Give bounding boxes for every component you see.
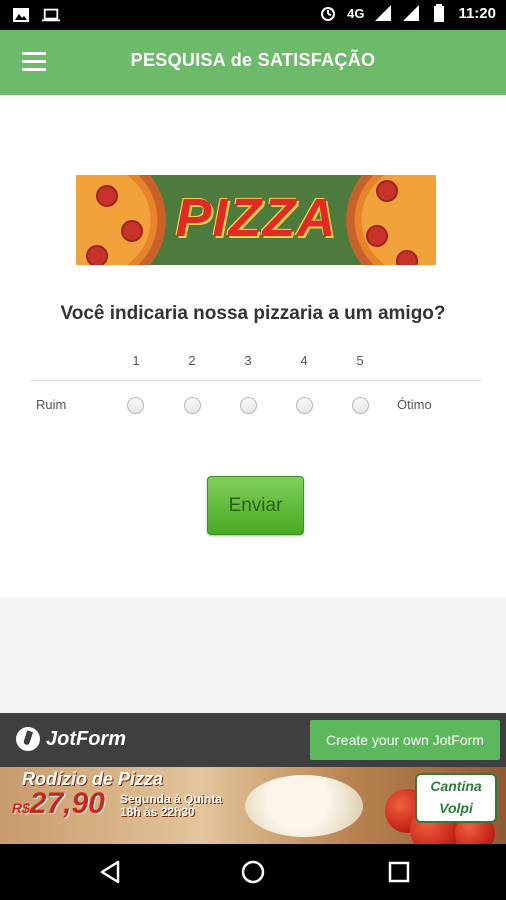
scale-divider xyxy=(30,380,481,381)
scale-header-3: 3 xyxy=(244,353,252,368)
scale-high-label: Ótimo xyxy=(397,397,432,412)
status-bar-left xyxy=(12,6,60,24)
home-icon[interactable] xyxy=(239,858,267,886)
alarm-icon xyxy=(321,7,336,21)
app-bar: PESQUISA de SATISFAÇÃO xyxy=(0,30,506,95)
battery-icon xyxy=(434,4,445,22)
question-label: Você indicaria nossa pizzaria a um amigo… xyxy=(60,303,446,324)
rating-radio-2[interactable] xyxy=(184,397,201,414)
scale-header-2: 2 xyxy=(188,353,196,368)
jotform-logo-text: JotForm xyxy=(46,727,126,750)
ad-currency: R$ xyxy=(12,800,30,816)
signal-icon xyxy=(403,5,420,21)
ad-schedule: Segunda à Quinta 18h às 22h30 xyxy=(120,793,222,819)
laptop-icon xyxy=(42,8,60,22)
rating-radio-4[interactable] xyxy=(296,397,313,414)
rating-radio-5[interactable] xyxy=(352,397,369,414)
create-jotform-button[interactable]: Create your own JotForm xyxy=(310,720,500,760)
scale-header-1: 1 xyxy=(132,353,140,368)
status-bar: 4G 11:20 xyxy=(0,0,506,30)
pizza-banner-image: PIZZA xyxy=(76,175,436,265)
banner-title: PIZZA xyxy=(175,188,337,248)
jotform-logo-icon xyxy=(16,727,40,751)
scale-header-5: 5 xyxy=(356,353,364,368)
ad-dough-image xyxy=(245,775,363,837)
submit-button[interactable]: Enviar xyxy=(207,476,304,535)
rating-radio-3[interactable] xyxy=(240,397,257,414)
scale-low-label: Ruim xyxy=(36,397,67,412)
page-title: PESQUISA de SATISFAÇÃO xyxy=(130,50,376,70)
rating-radio-1[interactable] xyxy=(127,397,144,414)
ad-price: R$27,90 xyxy=(12,787,105,821)
jotform-logo: JotForm xyxy=(16,727,126,751)
ad-price-value: 27,90 xyxy=(29,787,105,820)
ad-banner[interactable]: Rodízio de Pizza R$27,90 Segunda à Quint… xyxy=(0,767,506,844)
status-bar-right: 4G 11:20 xyxy=(319,4,496,22)
system-nav-bar xyxy=(0,844,506,900)
survey-form: PIZZA Você indicaria nossa pizzaria a um… xyxy=(0,95,506,598)
ad-brand-logo: Cantina Volpi xyxy=(415,773,497,823)
scale-header-4: 4 xyxy=(300,353,308,368)
recents-icon[interactable] xyxy=(385,858,413,886)
network-type-label: 4G xyxy=(347,5,365,21)
ad-brand-top: Cantina xyxy=(430,778,482,794)
image-icon xyxy=(13,8,29,22)
jotform-footer: JotForm Create your own JotForm xyxy=(0,713,506,767)
ad-schedule-hours: 18h às 22h30 xyxy=(120,805,195,819)
ad-brand-bottom: Volpi xyxy=(439,800,473,816)
back-icon[interactable] xyxy=(96,858,124,886)
signal-icon xyxy=(375,5,392,21)
clock: 11:20 xyxy=(458,4,496,22)
